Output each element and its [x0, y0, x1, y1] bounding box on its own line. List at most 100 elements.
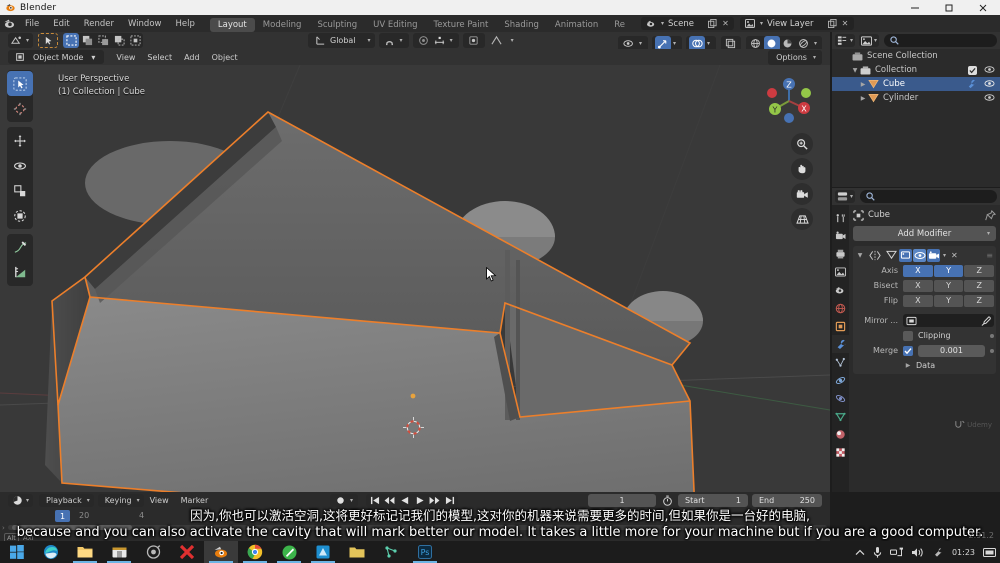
volume-icon[interactable] [911, 547, 924, 558]
xmind-icon[interactable] [170, 541, 204, 563]
delete-view-layer-icon[interactable]: ✕ [839, 18, 852, 30]
proportional-edit-icon[interactable] [416, 33, 432, 48]
tab-modifiers[interactable] [832, 335, 849, 353]
zoom-icon[interactable] [791, 133, 813, 155]
microphone-icon[interactable] [873, 546, 882, 559]
tab-object-data[interactable] [832, 407, 849, 425]
outliner-editor[interactable]: ▾ ▾ Scene Collection ▼ Collection ▶ Cube… [832, 32, 1000, 187]
merge-threshold-field[interactable]: 0.001 [918, 344, 985, 357]
delete-scene-icon[interactable]: ✕ [719, 18, 732, 30]
workspace-tab-sculpting[interactable]: Sculpting [309, 18, 365, 32]
merge-animate-dot[interactable] [990, 348, 994, 353]
pan-hand-icon[interactable] [791, 158, 813, 180]
tool-move[interactable] [7, 128, 33, 153]
tab-constraints[interactable] [832, 389, 849, 407]
workspace-tab-modeling[interactable]: Modeling [255, 18, 310, 32]
visibility-eye-icon[interactable] [984, 79, 995, 88]
tab-world[interactable] [832, 299, 849, 317]
new-scene-icon[interactable] [706, 18, 719, 30]
maximize-button[interactable] [932, 0, 966, 15]
minimize-button[interactable] [898, 0, 932, 15]
data-expand-arrow-icon[interactable]: ▶ [903, 362, 913, 369]
bisect-x-button[interactable]: X [903, 279, 933, 292]
workspace-tab-shading[interactable]: Shading [496, 18, 547, 32]
timeline-menu-view[interactable]: View [144, 496, 175, 505]
outliner-row-cylinder[interactable]: ▶ Cylinder [832, 91, 1000, 105]
interaction-mode-selector[interactable]: Object Mode ▾ [8, 50, 105, 64]
mirror-x-icon[interactable] [466, 33, 482, 48]
expand-arrow-icon[interactable]: ▶ [858, 81, 868, 88]
new-view-layer-icon[interactable] [826, 18, 839, 30]
expand-arrow-icon[interactable]: ▶ [858, 95, 868, 102]
select-subtract-icon[interactable] [95, 33, 111, 48]
modifier-render-toggle-icon[interactable] [927, 248, 940, 262]
modifier-realtime-toggle-icon[interactable] [913, 248, 926, 262]
app-blue-icon[interactable] [306, 541, 340, 563]
record-icon[interactable] [332, 496, 348, 505]
properties-search-input[interactable] [860, 190, 997, 203]
store-icon[interactable] [102, 541, 136, 563]
outliner-row-collection[interactable]: ▼ Collection [832, 63, 1000, 77]
tab-material[interactable] [832, 425, 849, 443]
next-keyframe-button[interactable] [427, 496, 442, 505]
modifier-wrench-icon[interactable] [966, 79, 977, 89]
file-explorer-icon[interactable] [68, 541, 102, 563]
modifier-drag-handle[interactable]: ≡ [986, 251, 994, 260]
tool-measure[interactable] [7, 260, 33, 285]
edge-icon[interactable] [34, 541, 68, 563]
properties-editor[interactable]: ▾ Cube Add Modifier ▾ ▼ ▾ ✕ ≡ Axis X Y Z… [832, 188, 1000, 492]
mirror-toggle-group[interactable] [462, 33, 485, 48]
snap-selector[interactable]: ▾ [378, 33, 409, 48]
workspace-tab-texture-paint[interactable]: Texture Paint [426, 18, 497, 32]
tool-rotate[interactable] [7, 153, 33, 178]
camera-app-icon[interactable] [136, 541, 170, 563]
modifier-extras-chevron-icon[interactable]: ▾ [943, 252, 946, 259]
menu-window[interactable]: Window [121, 15, 169, 32]
menu-help[interactable]: Help [168, 15, 201, 32]
tab-scene[interactable] [832, 281, 849, 299]
select-extend-icon[interactable] [79, 33, 95, 48]
ortho-perspective-icon[interactable] [791, 208, 813, 230]
photoshop-icon[interactable]: Ps [408, 541, 442, 563]
select-intersect-icon[interactable] [127, 33, 143, 48]
flip-y-button[interactable]: Y [933, 294, 964, 307]
modifier-row-data[interactable]: ▶ Data [855, 359, 994, 372]
tool-tweak-select[interactable] [7, 71, 33, 96]
tray-chevron-icon[interactable] [855, 549, 865, 556]
select-invert-icon[interactable] [111, 33, 127, 48]
workspace-tab-layout[interactable]: Layout [209, 17, 255, 32]
folder-yellow-icon[interactable] [340, 541, 374, 563]
axis-y-button[interactable]: Y [933, 264, 964, 277]
close-button[interactable] [966, 0, 1000, 15]
tool-annotate[interactable] [7, 235, 33, 260]
options-dropdown[interactable]: Options ▾ [768, 50, 822, 65]
chrome-icon[interactable] [238, 541, 272, 563]
3d-viewport[interactable]: User Perspective (1) Collection | Cube Z… [0, 65, 830, 492]
eyedropper-icon[interactable] [981, 315, 991, 326]
timeline-menu-marker[interactable]: Marker [175, 496, 215, 505]
tool-scale[interactable] [7, 178, 33, 203]
clipping-animate-dot[interactable] [990, 333, 994, 338]
tab-render[interactable] [832, 227, 849, 245]
outliner-editor-type[interactable]: ▾ [835, 34, 856, 47]
camera-view-icon[interactable] [791, 183, 813, 205]
tab-object[interactable] [832, 317, 849, 335]
app-green-icon[interactable] [272, 541, 306, 563]
tool-cursor[interactable] [7, 96, 33, 121]
select-box-icon[interactable] [63, 33, 80, 48]
editor-type-selector[interactable]: ▾ [8, 33, 34, 48]
outliner-row-cube[interactable]: ▶ Cube [832, 77, 1000, 91]
axis-x-button[interactable]: X [903, 264, 933, 277]
notification-icon[interactable] [983, 546, 996, 558]
play-button[interactable] [412, 496, 427, 505]
active-tool-button[interactable] [38, 33, 59, 48]
navigation-gizmo[interactable]: Z Y X [758, 70, 820, 132]
bisect-z-button[interactable]: Z [964, 279, 995, 292]
clipping-checkbox[interactable] [903, 330, 913, 341]
axis-z-button[interactable]: Z [964, 264, 995, 277]
previous-keyframe-button[interactable] [382, 496, 397, 505]
pin-icon[interactable] [985, 209, 996, 221]
expand-arrow-icon[interactable]: ▼ [850, 67, 860, 74]
network-icon[interactable] [889, 547, 903, 558]
workspace-tab-uv-editing[interactable]: UV Editing [365, 18, 425, 32]
